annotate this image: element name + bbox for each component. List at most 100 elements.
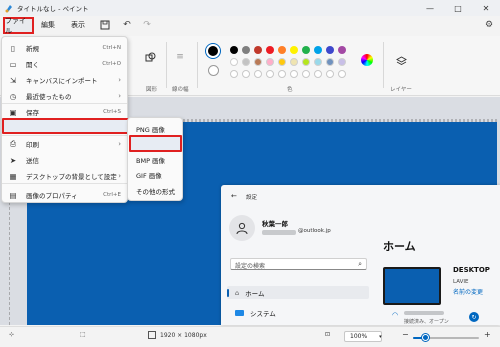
zoom-slider-thumb[interactable] bbox=[422, 334, 429, 341]
custom-color-slot[interactable] bbox=[278, 70, 286, 78]
save-icon[interactable] bbox=[98, 18, 112, 32]
save-as-option[interactable]: GIF 画像 bbox=[128, 168, 182, 183]
ribbon-separator bbox=[197, 42, 198, 88]
user-name: 秋葉一郎 bbox=[262, 220, 288, 228]
user-email: @outlook.jp bbox=[298, 228, 331, 234]
new-file-icon: ▯ bbox=[10, 43, 16, 53]
canvas-size-icon bbox=[148, 331, 156, 339]
color-swatch[interactable] bbox=[338, 46, 346, 54]
zoom-out-icon[interactable]: − bbox=[402, 330, 409, 339]
custom-color-slot[interactable] bbox=[338, 70, 346, 78]
settings-window-image: ← 設定 秋葉一郎 @outlook.jp 設定の検索 ⌕ ⌂ ホーム システム… bbox=[221, 185, 500, 325]
custom-color-slot[interactable] bbox=[302, 70, 310, 78]
file-menu-item-label: 送信 bbox=[26, 157, 39, 165]
view-menu-button[interactable]: 表示 bbox=[71, 18, 85, 32]
color-swatch[interactable] bbox=[266, 46, 274, 54]
file-menu-item-label: キャンバスにインポート bbox=[26, 77, 98, 85]
color-swatch[interactable] bbox=[326, 58, 334, 66]
avatar bbox=[229, 215, 255, 241]
color-swatch[interactable] bbox=[266, 58, 274, 66]
save-as-option[interactable]: その他の形式 bbox=[128, 183, 182, 198]
color-swatch[interactable] bbox=[338, 58, 346, 66]
undo-icon[interactable]: ↶ bbox=[120, 18, 134, 32]
redo-icon[interactable]: ↷ bbox=[140, 18, 154, 32]
file-menu-item-label: 印刷 bbox=[26, 141, 39, 149]
gear-icon[interactable]: ⚙ bbox=[482, 18, 496, 32]
maximize-button[interactable]: □ bbox=[444, 0, 472, 16]
color-swatch[interactable] bbox=[230, 46, 238, 54]
send-icon: ➤ bbox=[9, 155, 17, 165]
chevron-right-icon: › bbox=[118, 140, 121, 148]
file-menu-item[interactable]: ▯ 新規 Ctrl+N bbox=[2, 40, 127, 56]
search-placeholder: 設定の検索 bbox=[235, 263, 266, 270]
chevron-right-icon: › bbox=[118, 76, 121, 84]
secondary-color[interactable] bbox=[208, 65, 219, 76]
color-swatch[interactable] bbox=[278, 46, 286, 54]
close-button[interactable]: ✕ bbox=[472, 0, 500, 16]
custom-color-slot[interactable] bbox=[230, 70, 238, 78]
color-swatch[interactable] bbox=[290, 58, 298, 66]
chevron-right-icon: › bbox=[118, 92, 121, 100]
home-icon: ⌂ bbox=[235, 288, 240, 297]
layers-icon[interactable] bbox=[394, 54, 408, 68]
file-menu-item[interactable]: ▭ 開く Ctrl+O bbox=[2, 56, 127, 72]
menu-separator bbox=[2, 103, 127, 104]
custom-color-slot[interactable] bbox=[266, 70, 274, 78]
save-as-highlight bbox=[2, 118, 134, 134]
import-icon: ⇲ bbox=[9, 75, 17, 85]
shortcut-text: Ctrl+O bbox=[102, 61, 121, 67]
custom-color-slot[interactable] bbox=[254, 70, 262, 78]
settings-home-heading: ホーム bbox=[383, 240, 416, 253]
open-folder-icon: ▭ bbox=[9, 59, 17, 69]
image-properties-icon: ▤ bbox=[9, 190, 17, 200]
color-swatch[interactable] bbox=[326, 46, 334, 54]
edit-colors-icon[interactable] bbox=[361, 54, 373, 66]
file-menu-item[interactable]: ⇲ キャンバスにインポート › bbox=[2, 72, 127, 88]
custom-color-slot[interactable] bbox=[326, 70, 334, 78]
custom-color-slot[interactable] bbox=[242, 70, 250, 78]
settings-nav-system: システム bbox=[227, 306, 369, 319]
color-swatch[interactable] bbox=[254, 46, 262, 54]
color-swatch[interactable] bbox=[242, 58, 250, 66]
zoom-select[interactable]: 100% ▾ bbox=[344, 331, 382, 342]
network-status: 接続済み、オープン bbox=[404, 319, 449, 325]
color-swatch[interactable] bbox=[278, 58, 286, 66]
custom-color-slot[interactable] bbox=[290, 70, 298, 78]
file-menu-item[interactable]: ▦ デスクトップの背景として設定 › bbox=[2, 168, 127, 184]
shortcut-text: Ctrl+E bbox=[103, 192, 121, 198]
color-swatch[interactable] bbox=[290, 46, 298, 54]
primary-color[interactable] bbox=[206, 44, 220, 58]
color-swatch[interactable] bbox=[314, 46, 322, 54]
file-menu-item[interactable]: ◷ 最近使ったもの › bbox=[2, 88, 127, 104]
color-swatch[interactable] bbox=[230, 58, 238, 66]
save-as-option[interactable]: PNG 画像 bbox=[128, 121, 182, 136]
minimize-button[interactable]: — bbox=[416, 0, 444, 16]
email-redacted bbox=[262, 230, 296, 235]
color-swatch[interactable] bbox=[302, 46, 310, 54]
fit-to-window-icon[interactable]: ⊡ bbox=[325, 331, 330, 338]
settings-nav-home-label: ホーム bbox=[245, 289, 265, 298]
zoom-in-icon[interactable]: + bbox=[484, 330, 491, 339]
ribbon-separator bbox=[166, 42, 167, 88]
file-menu-button[interactable]: ファイル bbox=[3, 17, 34, 35]
file-menu-item[interactable]: ⎙ 印刷 › bbox=[2, 136, 127, 152]
save-as-option[interactable]: BMP 画像 bbox=[128, 152, 182, 167]
ribbon-separator bbox=[383, 42, 384, 88]
edit-menu-button[interactable]: 編集 bbox=[41, 18, 55, 32]
color-swatch[interactable] bbox=[302, 58, 310, 66]
device-name: DESKTOP bbox=[453, 266, 490, 274]
settings-nav-system-label: システム bbox=[250, 309, 276, 318]
color-swatch[interactable] bbox=[314, 58, 322, 66]
shapes-icon[interactable] bbox=[143, 50, 157, 64]
file-menu-item[interactable]: ➤ 送信 bbox=[2, 152, 127, 168]
colors-label: 色 bbox=[287, 87, 293, 93]
color-swatch[interactable] bbox=[242, 46, 250, 54]
file-menu-item[interactable]: ▤ 画像のプロパティ Ctrl+E bbox=[2, 187, 127, 203]
menu-separator bbox=[2, 183, 127, 184]
custom-color-slot[interactable] bbox=[314, 70, 322, 78]
refresh-icon: ↻ bbox=[469, 312, 479, 322]
rename-link: 名前の変更 bbox=[453, 289, 484, 296]
color-swatch[interactable] bbox=[254, 58, 262, 66]
line-width-icon[interactable]: ≡ bbox=[173, 50, 187, 64]
recent-icon: ◷ bbox=[9, 91, 17, 101]
